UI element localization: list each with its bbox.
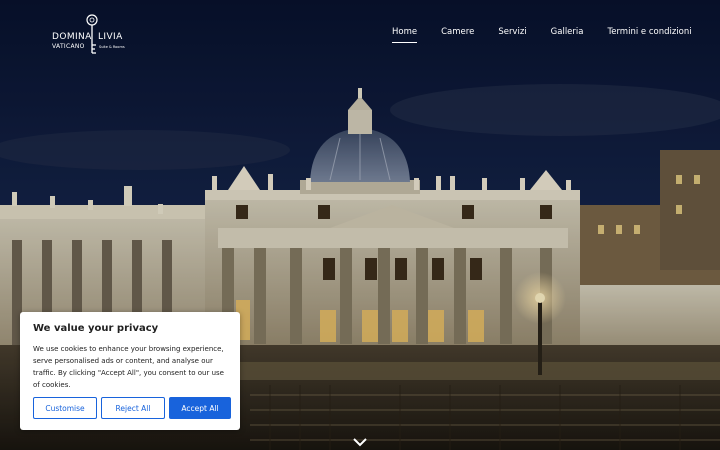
brand-logo[interactable]: DOMINA LIVIA VATICANO Suite & Rooms [52,14,132,58]
customise-button[interactable]: Customise [33,397,97,419]
cookie-banner-text: We use cookies to enhance your browsing … [33,345,224,389]
accept-all-button[interactable]: Accept All [169,397,231,419]
nav-item-galleria[interactable]: Galleria [551,27,584,43]
nav-item-home[interactable]: Home [392,27,418,43]
brand-subtitle: VATICANO [52,43,85,50]
nav-item-termini[interactable]: Termini e condizioni [607,27,691,43]
cookie-consent-banner: We value your privacy We use cookies to … [20,312,240,430]
main-nav: Home Camere Servizi Galleria Termini e c… [380,27,704,43]
cookie-banner-title: We value your privacy [33,323,159,334]
cookie-banner-actions: Customise Reject All Accept All [33,397,231,419]
brand-tagline: Suite & Rooms [99,45,125,49]
brand-word-right: LIVIA [98,32,123,42]
chevron-down-icon[interactable] [352,432,368,450]
site-header: DOMINA LIVIA VATICANO Suite & Rooms Home… [0,0,720,70]
nav-item-camere[interactable]: Camere [441,27,474,43]
nav-item-servizi[interactable]: Servizi [498,27,526,43]
key-icon [86,13,98,61]
reject-all-button[interactable]: Reject All [101,397,165,419]
